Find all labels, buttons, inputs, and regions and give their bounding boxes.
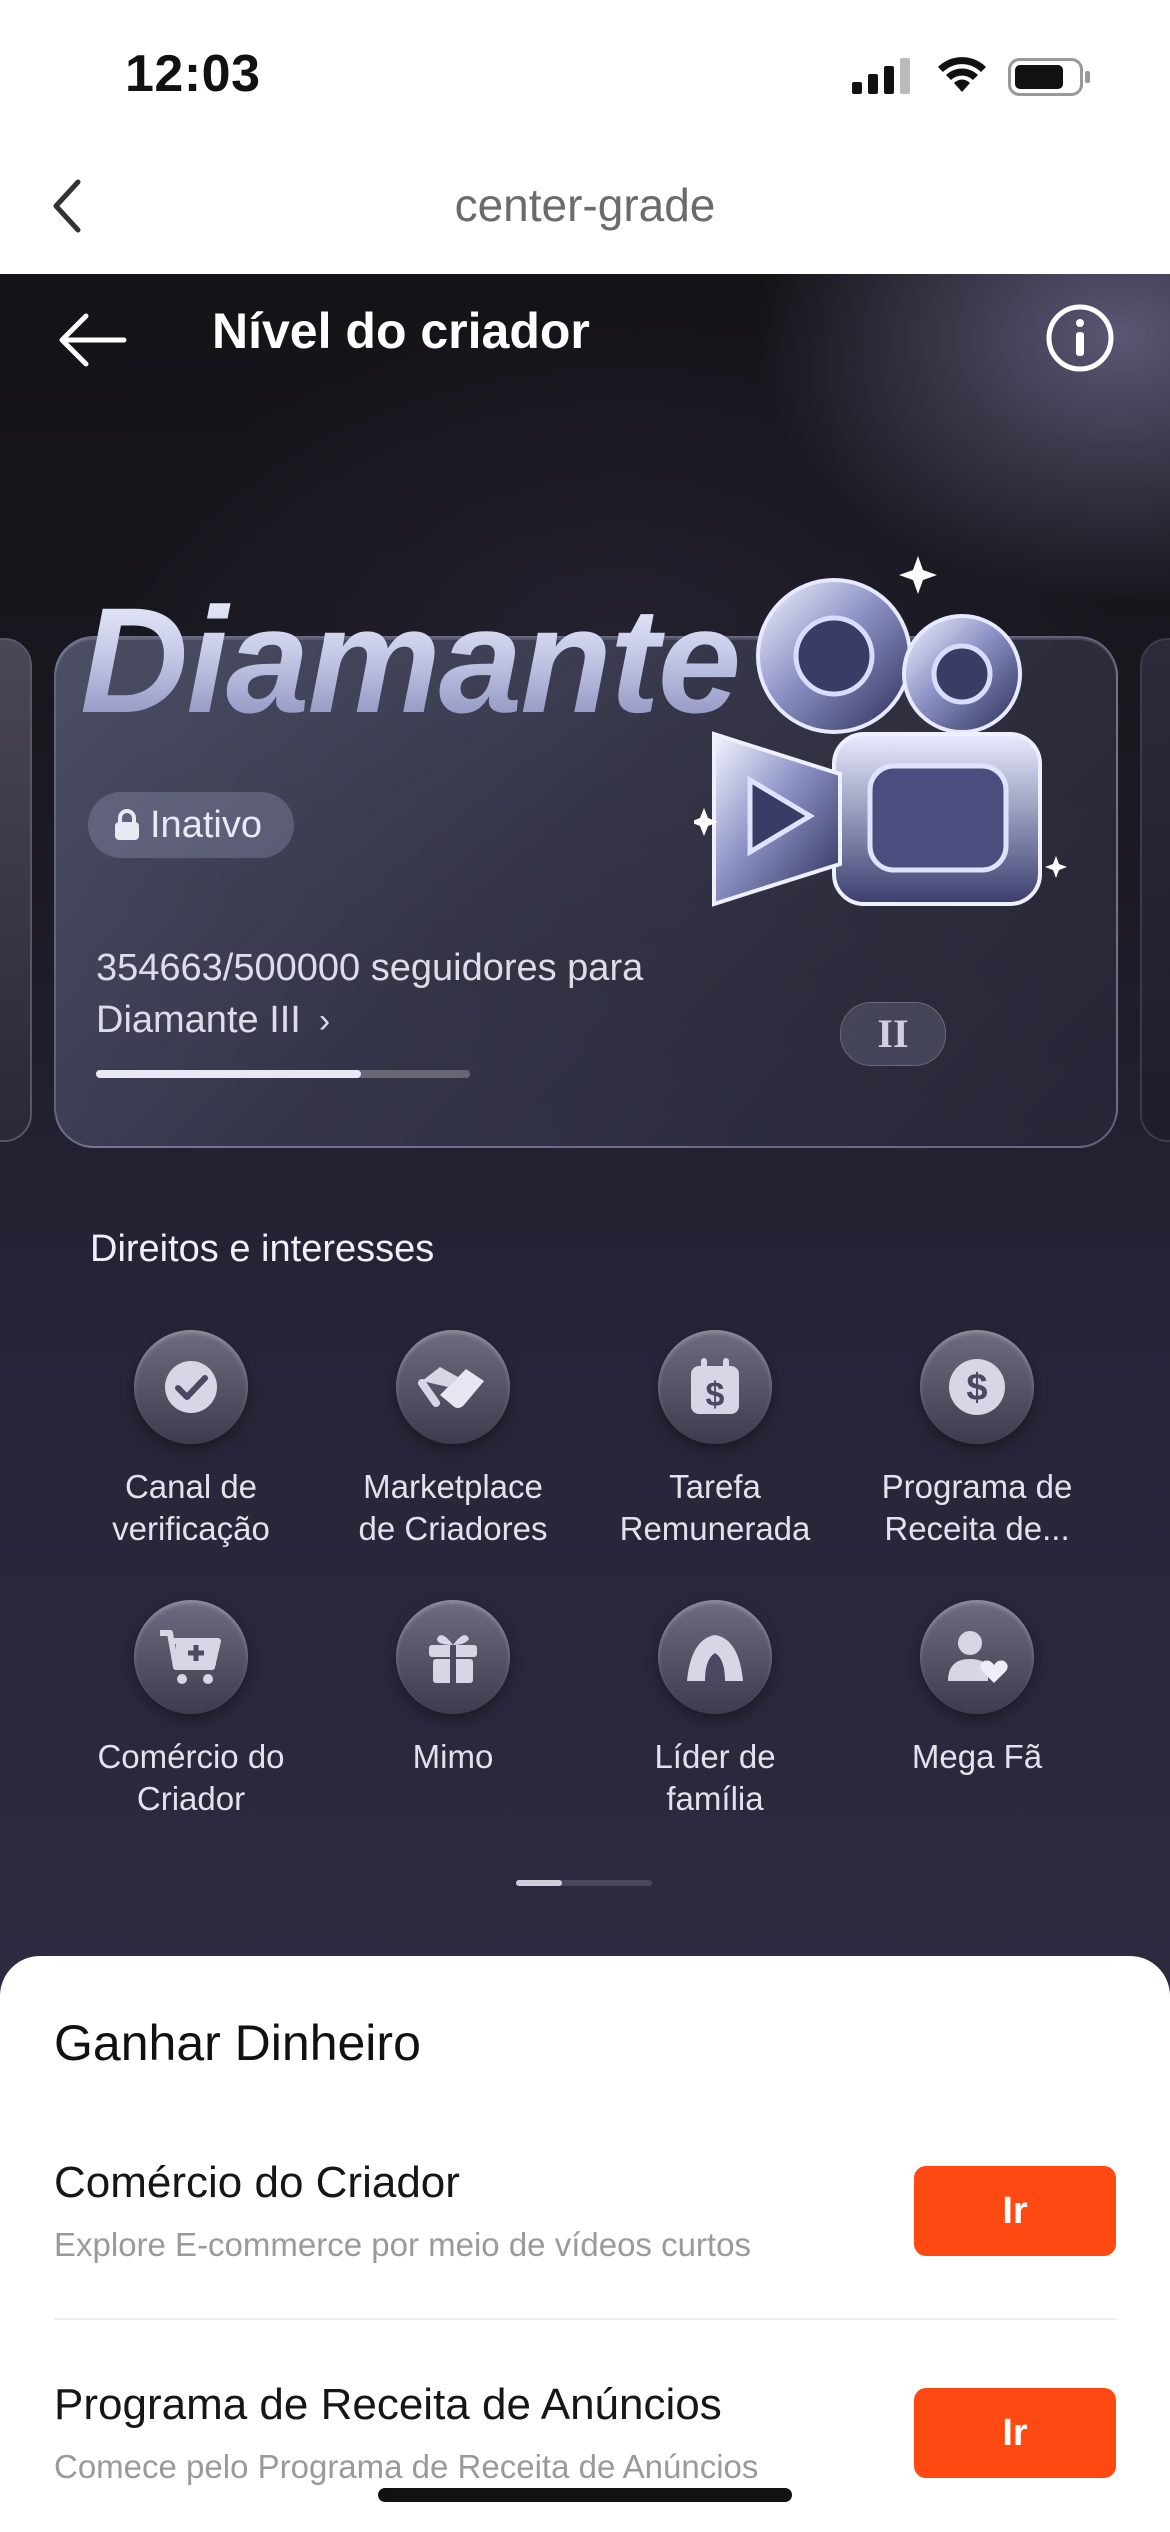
family-tent-icon bbox=[658, 1600, 772, 1714]
svg-text:$: $ bbox=[706, 1376, 725, 1414]
info-icon[interactable] bbox=[1044, 302, 1116, 374]
battery-icon bbox=[1008, 58, 1090, 96]
earn-row-subtitle: Explore E-commerce por meio de vídeos cu… bbox=[54, 2226, 751, 2263]
rights-item-label: de Criadores bbox=[358, 1510, 548, 1547]
rights-item-label: Programa de bbox=[881, 1468, 1073, 1505]
rights-item-creator-commerce[interactable]: Comércio do Criador bbox=[60, 1600, 322, 1820]
nav-title: center-grade bbox=[454, 179, 716, 231]
earn-money-sheet: Ganhar Dinheiro Comércio do Criador Expl… bbox=[0, 1956, 1170, 2532]
next-tier-text: Diamante III bbox=[96, 999, 301, 1041]
followers-progress-bar bbox=[96, 1070, 470, 1078]
diamond-camera-icon bbox=[694, 556, 1067, 907]
wifi-icon bbox=[938, 57, 986, 92]
rights-item-label: Mega Fã bbox=[911, 1738, 1043, 1775]
rights-item-label: Comércio do bbox=[97, 1738, 285, 1775]
earn-section-title: Ganhar Dinheiro bbox=[54, 2015, 421, 2071]
handshake-icon bbox=[396, 1330, 510, 1444]
rights-item-label: Canal de bbox=[124, 1468, 258, 1505]
rights-item-label: Remunerada bbox=[619, 1510, 811, 1547]
gift-icon bbox=[396, 1600, 510, 1714]
earn-row-subtitle: Comece pelo Programa de Receita de Anúnc… bbox=[54, 2448, 759, 2485]
rights-item-family-leader[interactable]: Líder de família bbox=[584, 1600, 846, 1820]
back-arrow-icon[interactable] bbox=[56, 310, 128, 370]
rights-item-paid-task[interactable]: $ Tarefa Remunerada bbox=[584, 1330, 846, 1550]
rights-item-label: Criador bbox=[136, 1780, 246, 1817]
rights-item-revenue-program[interactable]: $ Programa de Receita de... bbox=[846, 1330, 1108, 1550]
nav-bar: center-grade bbox=[0, 150, 1170, 275]
page-title: Nível do criador bbox=[212, 303, 590, 359]
rights-item-label: verificação bbox=[112, 1510, 270, 1547]
cellular-signal-icon bbox=[852, 58, 910, 94]
row-divider bbox=[54, 2318, 1116, 2320]
rights-item-gift[interactable]: Mimo bbox=[322, 1600, 584, 1778]
earn-row-ad-revenue[interactable]: Programa de Receita de Anúncios Comece p… bbox=[54, 2380, 1116, 2500]
followers-count-text: 354663/500000 seguidores para bbox=[96, 947, 644, 989]
go-button[interactable]: Ir bbox=[914, 2166, 1116, 2256]
chevron-right-icon: › bbox=[318, 1002, 331, 1040]
cart-icon bbox=[134, 1600, 248, 1714]
rights-item-label: família bbox=[666, 1780, 764, 1817]
status-badge: Inativo bbox=[88, 792, 294, 858]
rights-item-label: Mimo bbox=[412, 1738, 494, 1775]
rights-item-label: Tarefa bbox=[669, 1468, 761, 1505]
earn-row-creator-commerce[interactable]: Comércio do Criador Explore E-commerce p… bbox=[54, 2158, 1116, 2278]
followers-progress-link[interactable]: 354663/500000 seguidores para Diamante I… bbox=[96, 942, 643, 1047]
dollar-coin-icon: $ bbox=[920, 1330, 1034, 1444]
rights-item-verification[interactable]: Canal de verificação bbox=[60, 1330, 322, 1550]
rights-item-marketplace[interactable]: Marketplace de Criadores bbox=[322, 1330, 584, 1550]
status-time: 12:03 bbox=[125, 45, 261, 103]
rights-item-label: Líder de bbox=[654, 1738, 776, 1775]
tier-name: Diamante bbox=[80, 574, 741, 747]
earn-row-title: Programa de Receita de Anúncios bbox=[54, 2380, 722, 2429]
home-indicator[interactable] bbox=[378, 2488, 792, 2502]
status-bar: 12:03 bbox=[0, 0, 1170, 150]
user-heart-icon bbox=[920, 1600, 1034, 1714]
status-badge-label: Inativo bbox=[150, 803, 262, 846]
earn-row-title: Comércio do Criador bbox=[54, 2158, 460, 2207]
go-button[interactable]: Ir bbox=[914, 2388, 1116, 2478]
previous-level-card[interactable] bbox=[0, 638, 32, 1142]
rights-item-label: Receita de... bbox=[884, 1510, 1070, 1547]
lock-icon bbox=[115, 809, 139, 840]
calendar-dollar-icon: $ bbox=[658, 1330, 772, 1444]
creator-level-panel: Nível do criador Diamante Inativo 354663… bbox=[0, 274, 1170, 1994]
next-level-card[interactable] bbox=[1140, 638, 1170, 1142]
carousel-pager bbox=[516, 1880, 652, 1886]
rights-item-label: Marketplace bbox=[363, 1468, 543, 1505]
check-icon bbox=[134, 1330, 248, 1444]
followers-progress-fill bbox=[96, 1070, 362, 1078]
svg-text:$: $ bbox=[966, 1367, 987, 1409]
rights-item-mega-fan[interactable]: Mega Fã bbox=[846, 1600, 1108, 1778]
carousel-pager-active bbox=[516, 1880, 562, 1886]
tier-roman-badge: II bbox=[840, 1002, 946, 1066]
rights-section-title: Direitos e interesses bbox=[90, 1228, 435, 1270]
